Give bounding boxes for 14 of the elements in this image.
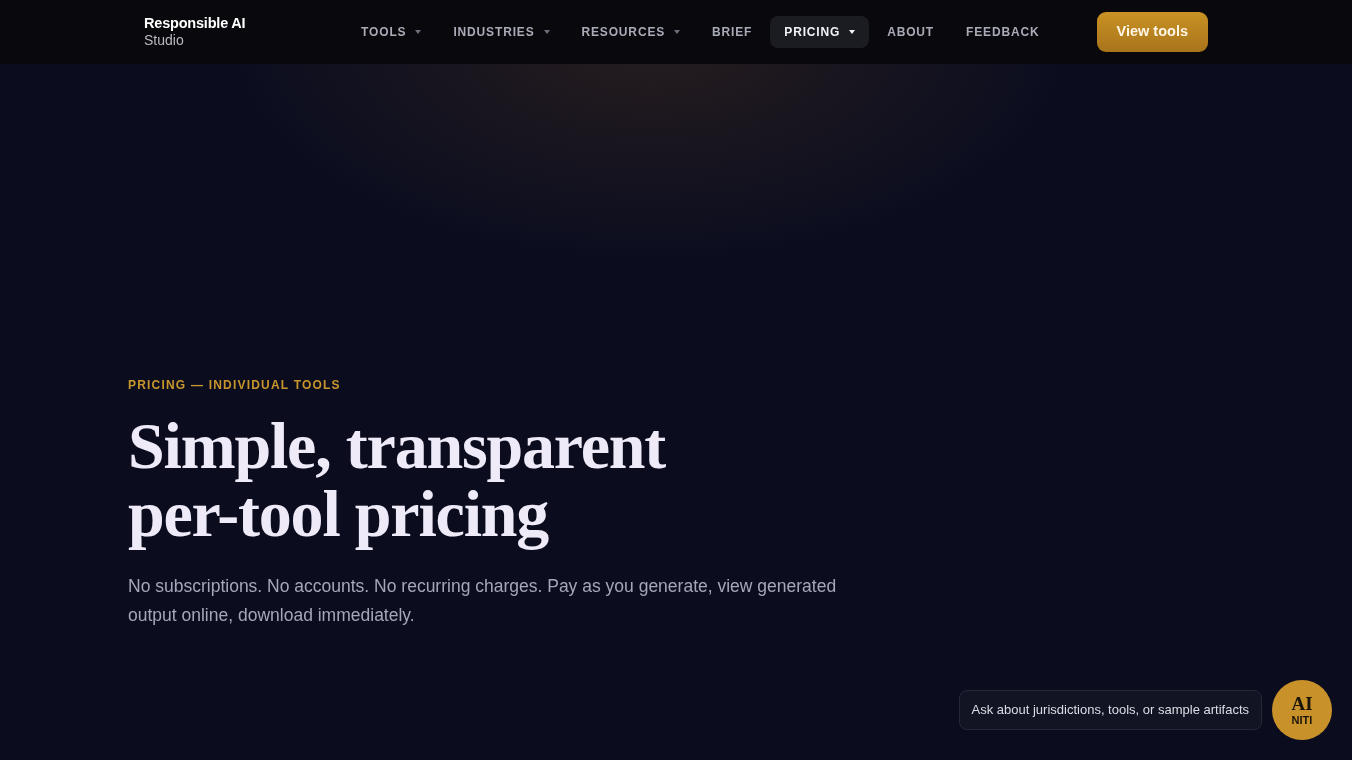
brand-subtitle: Studio — [144, 32, 185, 50]
nav-link[interactable]: INDUSTRIES — [439, 16, 564, 48]
nav-link[interactable]: BRIEF — [698, 16, 767, 48]
nav-link[interactable]: ABOUT — [873, 16, 949, 48]
intro-paragraph: No subscriptions. No accounts. No recurring charges. Pay as you generate, view generated output online, download immediately. — [128, 575, 838, 627]
section-eyebrow: PRICING — INDIVIDUAL TOOLS — [128, 377, 342, 394]
nav-link[interactable]: TOOLS — [347, 16, 436, 48]
nav-link[interactable]: PRICING — [770, 16, 870, 48]
page-heading: Simple, transparent per-tool pricing — [128, 412, 667, 548]
brand-name[interactable]: Responsible AI — [144, 14, 304, 33]
nav-link[interactable]: FEEDBACK — [952, 16, 1054, 48]
assistant-button[interactable]: AI NITI — [1272, 680, 1332, 740]
assistant-hint-bubble: Ask about jurisdictions, tools, or sample artifacts — [958, 690, 1262, 730]
nav-link[interactable]: RESOURCES — [567, 16, 695, 48]
